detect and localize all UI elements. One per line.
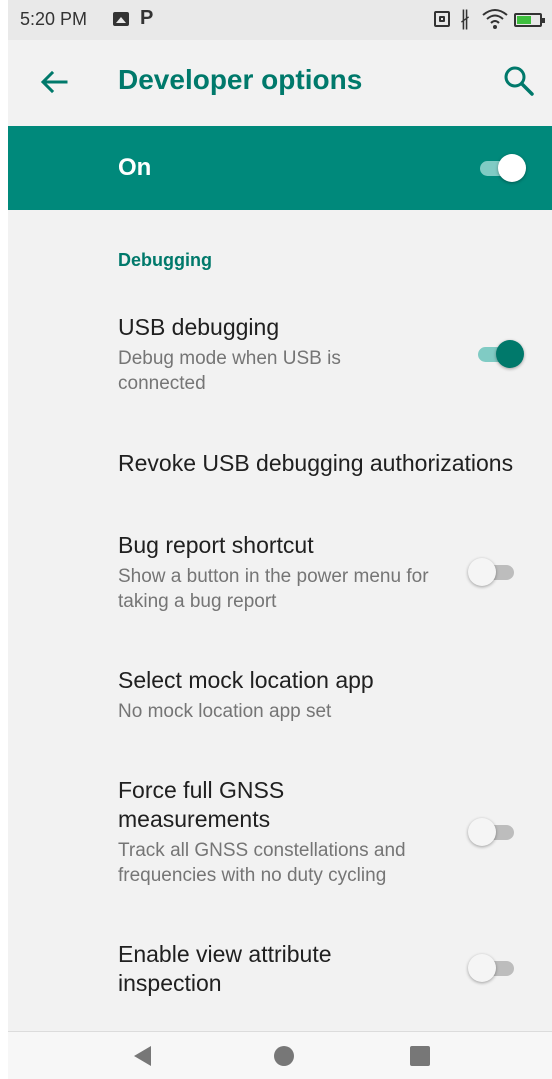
app-bar: Developer options bbox=[8, 40, 552, 126]
battery-icon bbox=[514, 13, 545, 27]
gallery-icon bbox=[113, 12, 129, 26]
gnss-measurements-toggle[interactable] bbox=[468, 816, 520, 848]
status-bar: 5:20 PM P ∦ bbox=[8, 0, 552, 40]
bluetooth-icon: ∦ bbox=[460, 8, 470, 30]
nav-recents-icon[interactable] bbox=[410, 1046, 430, 1066]
arrow-left-icon[interactable] bbox=[38, 66, 70, 98]
item-title: USB debugging bbox=[118, 314, 280, 340]
toggle-thumb bbox=[468, 818, 496, 846]
toggle-thumb bbox=[468, 558, 496, 586]
master-toggle[interactable] bbox=[476, 152, 528, 184]
page-title: Developer options bbox=[118, 64, 363, 95]
status-time: 5:20 PM bbox=[20, 9, 88, 29]
toggle-thumb bbox=[498, 154, 526, 182]
screen: 5:20 PM P ∦ Developer options On Debuggi… bbox=[8, 0, 552, 1079]
search-icon[interactable] bbox=[502, 64, 536, 98]
section-header-debugging: Debugging bbox=[118, 250, 212, 270]
item-title: Select mock location app bbox=[118, 667, 374, 693]
item-title: Bug report shortcut bbox=[118, 532, 314, 558]
toggle-thumb bbox=[468, 954, 496, 982]
nfc-icon bbox=[434, 11, 450, 27]
toggle-thumb bbox=[496, 340, 524, 368]
item-subtitle: Track all GNSS constellations and freque… bbox=[118, 840, 406, 886]
item-title: Force full GNSS measurements bbox=[118, 777, 285, 832]
nav-back-icon[interactable] bbox=[134, 1046, 151, 1066]
navigation-bar bbox=[8, 1032, 552, 1079]
wifi-icon bbox=[482, 8, 508, 35]
item-title: Revoke USB debugging authorizations bbox=[118, 450, 514, 476]
p-icon: P bbox=[140, 7, 154, 29]
item-subtitle: No mock location app set bbox=[118, 701, 332, 722]
item-subtitle: Debug mode when USB is connected bbox=[118, 348, 341, 394]
item-title: Enable view attribute inspection bbox=[118, 941, 332, 996]
master-switch-label: On bbox=[118, 154, 152, 181]
usb-debugging-toggle[interactable] bbox=[474, 338, 526, 370]
master-switch-bar[interactable]: On bbox=[8, 126, 552, 210]
nav-home-icon[interactable] bbox=[274, 1046, 294, 1066]
view-attribute-toggle[interactable] bbox=[468, 952, 520, 984]
bug-report-shortcut-toggle[interactable] bbox=[468, 556, 520, 588]
item-subtitle: Show a button in the power menu for taki… bbox=[118, 566, 429, 612]
